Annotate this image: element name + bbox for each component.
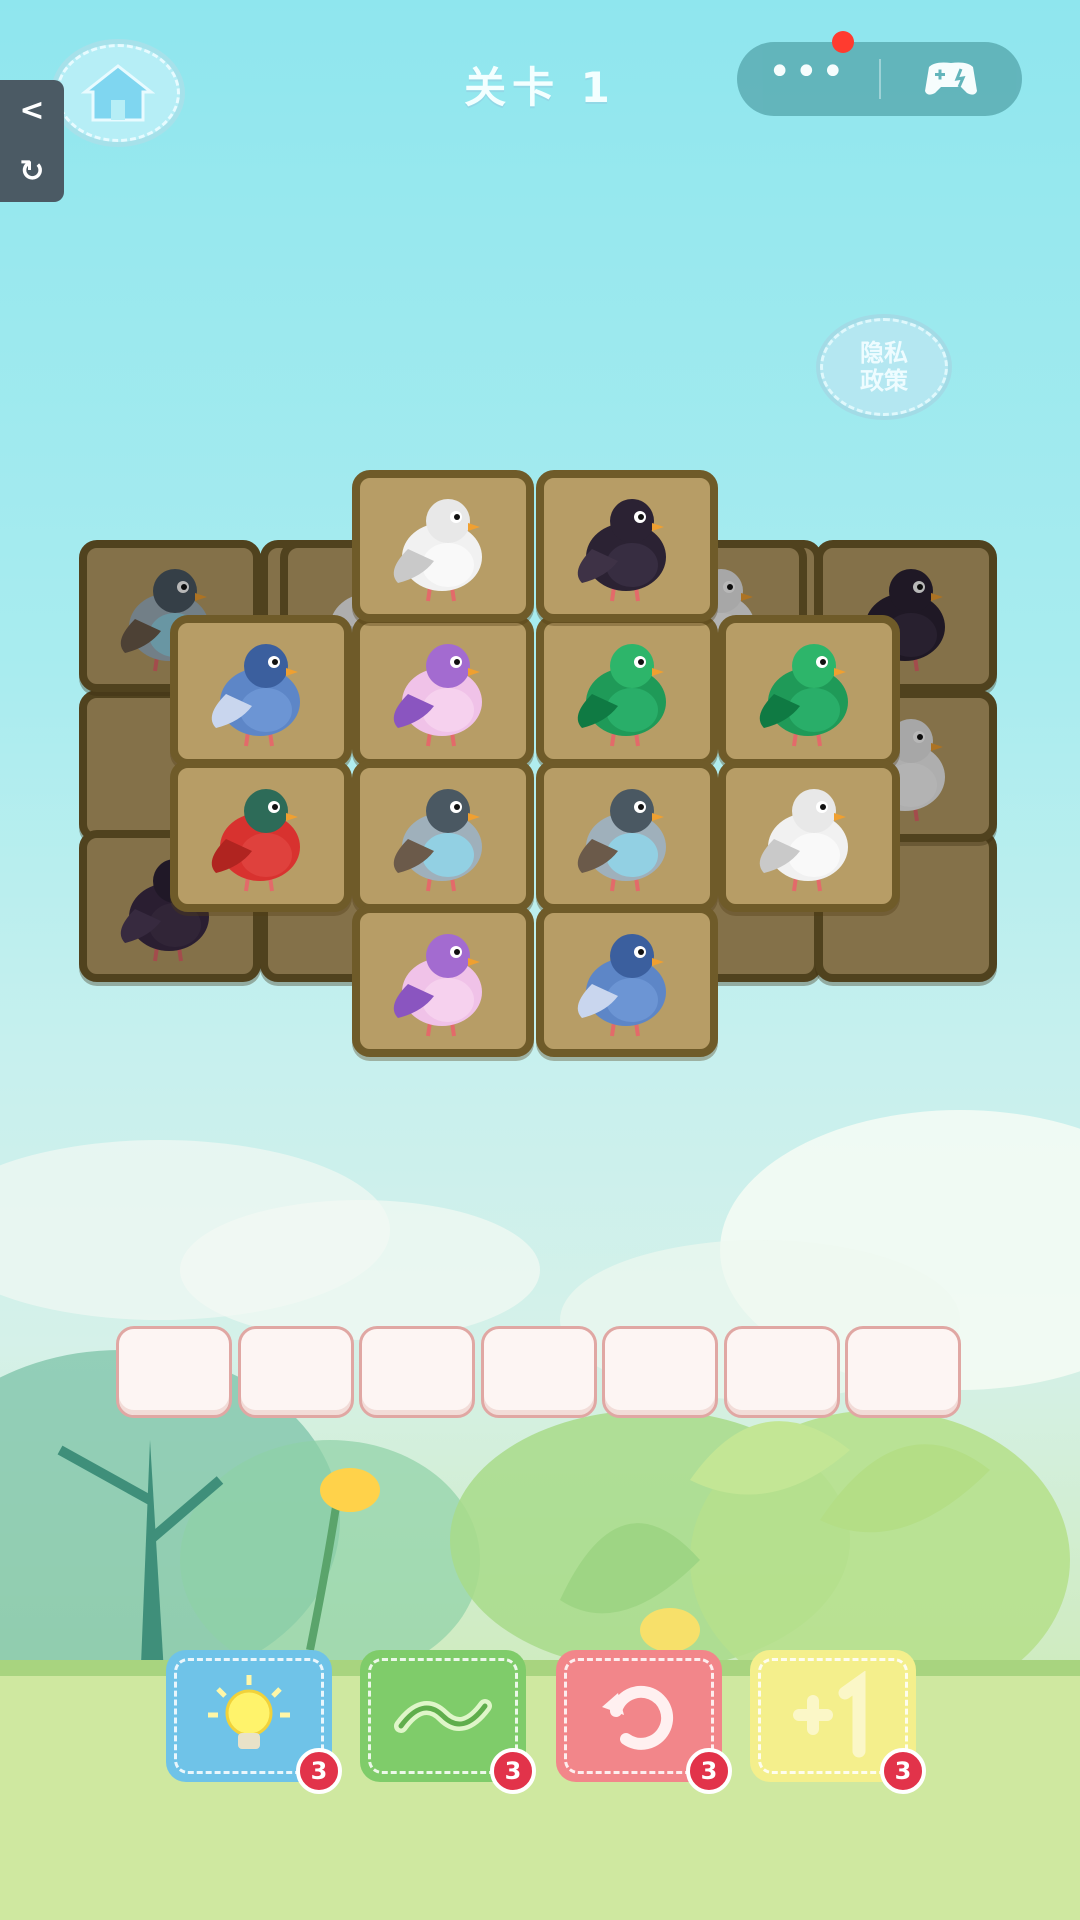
tile-tray bbox=[116, 1326, 966, 1418]
bird-icon bbox=[393, 789, 482, 892]
mini-program-capsule: ••• bbox=[737, 42, 1022, 116]
bird-icon bbox=[577, 934, 666, 1037]
tile-white[interactable] bbox=[352, 470, 534, 622]
refresh-icon[interactable]: ↻ bbox=[19, 154, 44, 189]
gamepad-icon bbox=[925, 62, 978, 95]
tray-slot bbox=[237, 1326, 354, 1418]
game-center-button[interactable] bbox=[881, 42, 1023, 116]
tile-purple[interactable] bbox=[352, 905, 534, 1057]
bird-icon bbox=[759, 644, 848, 747]
bird-icon bbox=[211, 644, 300, 747]
tray-slot bbox=[359, 1326, 475, 1418]
tile-green[interactable] bbox=[536, 615, 718, 767]
more-dots-icon: ••• bbox=[767, 49, 848, 95]
add-slot-powerup-button[interactable]: 3 bbox=[750, 1650, 926, 1794]
bird-icon bbox=[577, 499, 666, 602]
tray-slot bbox=[480, 1326, 597, 1418]
hint-powerup-button[interactable]: 3 bbox=[166, 1650, 342, 1794]
tray-slot bbox=[602, 1326, 718, 1418]
tile-red[interactable] bbox=[170, 760, 352, 912]
bird-icon bbox=[393, 499, 482, 602]
powerup-count-badge: 3 bbox=[686, 1748, 732, 1794]
shuffle-powerup-button[interactable]: 3 bbox=[360, 1650, 536, 1794]
undo-powerup-button[interactable]: 3 bbox=[556, 1650, 732, 1794]
bird-icon bbox=[393, 934, 482, 1037]
bird-icon bbox=[759, 789, 848, 892]
tray-slot bbox=[723, 1326, 840, 1418]
tray-slot bbox=[116, 1326, 232, 1418]
tile-blue[interactable] bbox=[536, 905, 718, 1057]
tile-purple[interactable] bbox=[352, 615, 534, 767]
powerup-count-badge: 3 bbox=[880, 1748, 926, 1794]
privacy-policy-button[interactable]: 隐私 政策 bbox=[820, 318, 948, 416]
tray-slot bbox=[845, 1326, 961, 1418]
bird-icon bbox=[211, 789, 300, 892]
notification-dot bbox=[832, 31, 854, 53]
tile-blue[interactable] bbox=[170, 615, 352, 767]
tile-green[interactable] bbox=[718, 615, 900, 767]
tile-white[interactable] bbox=[718, 760, 900, 912]
powerup-count-badge: 3 bbox=[490, 1748, 536, 1794]
powerup-count-badge: 3 bbox=[296, 1748, 342, 1794]
bird-icon bbox=[393, 644, 482, 747]
bird-icon bbox=[577, 789, 666, 892]
tile-slate[interactable] bbox=[352, 760, 534, 912]
bird-icon bbox=[577, 644, 666, 747]
privacy-policy-label: 隐私 政策 bbox=[860, 339, 908, 395]
tile-dark[interactable] bbox=[536, 470, 718, 622]
more-menu-button[interactable]: ••• bbox=[737, 42, 879, 116]
tile-slate[interactable] bbox=[536, 760, 718, 912]
